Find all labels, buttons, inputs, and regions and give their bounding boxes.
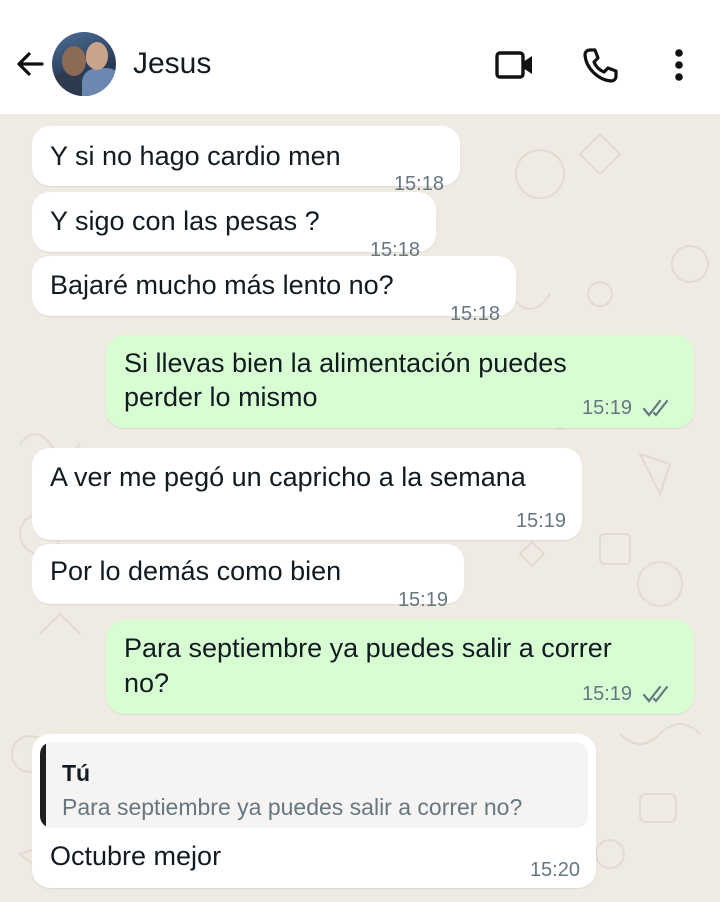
message-time: 15:20 (529, 859, 580, 881)
more-options-icon[interactable] (658, 44, 700, 86)
chat-header: Jesus (0, 0, 720, 114)
message-text: Octubre mejor (50, 841, 222, 871)
video-call-icon[interactable] (494, 44, 536, 86)
message-time: 15:19 (515, 510, 566, 532)
quoted-message[interactable]: Tú Para septiembre ya puedes salir a cor… (40, 742, 588, 828)
message-time: 15:19 (582, 397, 633, 419)
quote-bar (40, 742, 46, 828)
read-ticks-icon (642, 685, 669, 703)
contact-avatar[interactable] (52, 32, 116, 96)
voice-call-icon[interactable] (580, 44, 622, 86)
incoming-message[interactable]: Y sigo con las pesas ? 15:18 (32, 192, 436, 261)
message-time: 15:18 (449, 303, 500, 325)
incoming-message[interactable]: Y si no hago cardio men 15:18 (32, 126, 460, 195)
outgoing-message[interactable]: Para septiembre ya puedes salir a correr… (106, 620, 694, 714)
contact-name[interactable]: Jesus (133, 46, 211, 82)
message-time: 15:19 (397, 589, 448, 611)
incoming-message[interactable]: A ver me pegó un capricho a la semana 15… (32, 448, 582, 540)
read-ticks-icon (642, 399, 669, 417)
message-text-line: no? (124, 668, 170, 698)
message-text: Y sigo con las pesas ? (50, 206, 320, 236)
quoted-author: Tú (62, 760, 91, 786)
chat-area[interactable]: Y si no hago cardio men 15:18 Y sigo con… (0, 114, 720, 902)
message-text-line: Para septiembre ya puedes salir a correr (124, 633, 612, 663)
message-text: Y si no hago cardio men (50, 141, 341, 171)
message-text: Bajaré mucho más lento no? (50, 270, 394, 300)
quoted-text: Para septiembre ya puedes salir a correr… (62, 794, 523, 820)
incoming-message[interactable]: Bajaré mucho más lento no? 15:18 (32, 256, 516, 325)
message-text: A ver me pegó un capricho a la semana (50, 462, 526, 492)
back-arrow-icon[interactable] (12, 46, 48, 82)
message-text-line: perder lo mismo (124, 382, 318, 412)
incoming-message[interactable]: Por lo demás como bien 15:19 (32, 544, 464, 611)
message-text-line: Si llevas bien la alimentación puedes (124, 348, 567, 378)
outgoing-message[interactable]: Si llevas bien la alimentación puedes pe… (106, 335, 694, 428)
message-time: 15:19 (582, 683, 633, 705)
incoming-reply-message[interactable]: Tú Para septiembre ya puedes salir a cor… (32, 734, 596, 888)
message-text: Por lo demás como bien (50, 556, 342, 586)
